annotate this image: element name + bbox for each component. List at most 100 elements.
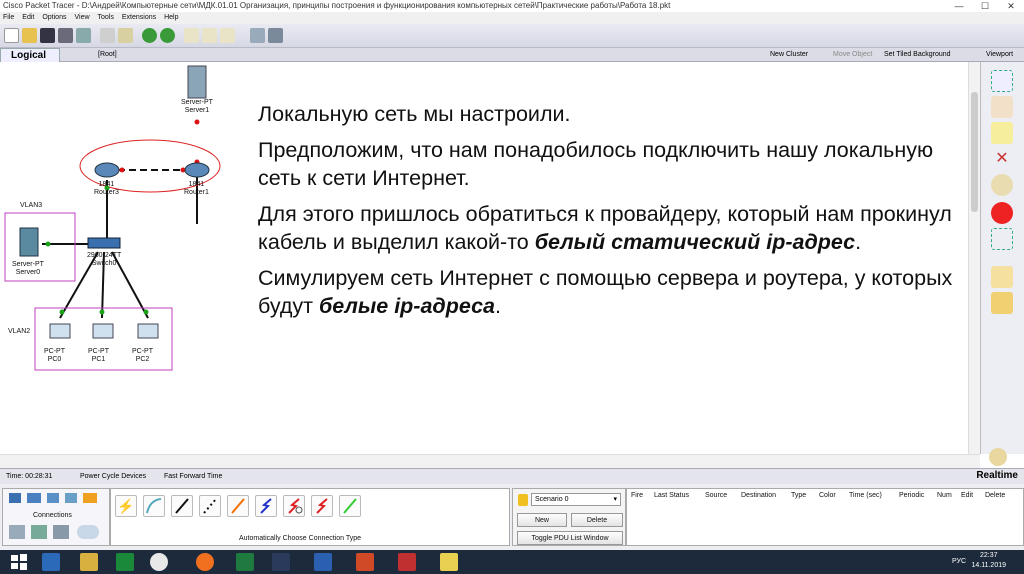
hub-category-icon[interactable] xyxy=(47,493,59,503)
resize-icon[interactable] xyxy=(991,228,1013,250)
right-tool-panel: ✕ xyxy=(980,62,1024,466)
zoom-reset-icon[interactable] xyxy=(202,28,217,43)
serial-dce-cable-icon[interactable] xyxy=(311,495,333,517)
powerpoint-icon[interactable] xyxy=(356,553,374,571)
straight-through-cable-icon[interactable] xyxy=(171,495,193,517)
explorer-icon[interactable] xyxy=(80,553,98,571)
auto-connection-icon[interactable]: ⚡ xyxy=(115,495,137,517)
menu-file[interactable]: File xyxy=(0,12,19,24)
coaxial-cable-icon[interactable] xyxy=(283,495,305,517)
info-icon[interactable] xyxy=(518,494,528,506)
note-icon[interactable] xyxy=(991,122,1013,144)
horizontal-scrollbar[interactable] xyxy=(0,454,980,468)
connections-category-icon[interactable] xyxy=(83,493,97,503)
set-tiled-background-button[interactable]: Set Tiled Background xyxy=(884,48,951,62)
redo-icon[interactable] xyxy=(160,28,175,43)
new-cluster-button[interactable]: New Cluster xyxy=(770,48,808,62)
tray-icons[interactable] xyxy=(880,557,940,567)
add-complex-pdu-icon[interactable] xyxy=(991,292,1013,314)
crossover-cable-icon[interactable] xyxy=(199,495,221,517)
serial-dte-cable-icon[interactable] xyxy=(339,495,361,517)
pdf-icon[interactable] xyxy=(398,553,416,571)
power-cycle-button[interactable]: Power Cycle Devices xyxy=(80,469,146,485)
router-icon[interactable] xyxy=(184,162,210,178)
switch-category-icon[interactable] xyxy=(27,493,41,503)
activity-wizard-icon[interactable] xyxy=(76,28,91,43)
server-icon[interactable] xyxy=(187,65,207,99)
palette-icon[interactable] xyxy=(250,28,265,43)
router-category-icon[interactable] xyxy=(9,493,21,503)
draw-shape-icon[interactable] xyxy=(991,202,1013,224)
realtime-mode-tab[interactable]: Realtime xyxy=(976,468,1018,484)
language-indicator[interactable]: РУС xyxy=(952,550,966,574)
excel-icon[interactable] xyxy=(236,553,254,571)
phone-cable-icon[interactable] xyxy=(255,495,277,517)
link-light-green xyxy=(45,241,51,247)
delete-icon[interactable]: ✕ xyxy=(991,148,1013,170)
new-file-icon[interactable] xyxy=(4,28,19,43)
pc-icon[interactable] xyxy=(137,323,159,339)
wan-emulation-category-icon[interactable] xyxy=(53,525,69,539)
menu-edit[interactable]: Edit xyxy=(19,12,39,24)
undo-icon[interactable] xyxy=(142,28,157,43)
pc-icon[interactable] xyxy=(92,323,114,339)
security-category-icon[interactable] xyxy=(31,525,47,539)
ie-icon[interactable] xyxy=(42,553,60,571)
column-header: Delete xyxy=(985,492,1006,499)
menu-view[interactable]: View xyxy=(71,12,94,24)
end-device-category-icon[interactable] xyxy=(9,525,25,539)
close-button[interactable]: ✕ xyxy=(998,0,1024,12)
switch-icon[interactable] xyxy=(87,237,121,249)
paste-icon[interactable] xyxy=(118,28,133,43)
maximize-button[interactable]: ☐ xyxy=(972,0,998,12)
scenario-box: Scenario 0 ▾ New Delete Toggle PDU List … xyxy=(512,488,626,546)
minimize-button[interactable]: — xyxy=(946,0,972,12)
print-icon[interactable] xyxy=(58,28,73,43)
menu-tools[interactable]: Tools xyxy=(95,12,119,24)
scenario-select[interactable]: Scenario 0 ▾ xyxy=(531,493,621,506)
root-label[interactable]: [Root] xyxy=(98,48,117,62)
server-icon[interactable] xyxy=(19,227,39,257)
chrome-icon[interactable] xyxy=(150,553,168,571)
menu-extensions[interactable]: Extensions xyxy=(119,12,161,24)
fast-forward-button[interactable]: Fast Forward Time xyxy=(164,469,222,485)
console-cable-icon[interactable] xyxy=(143,495,165,517)
zoom-in-icon[interactable] xyxy=(184,28,199,43)
word-icon[interactable] xyxy=(314,553,332,571)
hand-icon[interactable] xyxy=(991,96,1013,118)
menu-help[interactable]: Help xyxy=(161,12,183,24)
add-simple-pdu-icon[interactable] xyxy=(991,266,1013,288)
cloud-category-icon[interactable] xyxy=(77,525,99,539)
save-icon[interactable] xyxy=(40,28,55,43)
device-label: 2960-24TT Switch0 xyxy=(87,252,122,267)
store-icon[interactable] xyxy=(116,553,134,571)
delete-scenario-button[interactable]: Delete xyxy=(571,513,623,527)
emphasis-text: белый статический ip-адрес xyxy=(534,230,856,254)
custom-device-icon[interactable] xyxy=(268,28,283,43)
firefox-icon[interactable] xyxy=(196,553,214,571)
scroll-thumb[interactable] xyxy=(971,92,978,212)
device-label: PC-PT PC2 xyxy=(132,348,153,363)
viewport-button[interactable]: Viewport xyxy=(986,48,1013,62)
vertical-scrollbar[interactable] xyxy=(968,62,980,454)
pc-icon[interactable] xyxy=(49,323,71,339)
router-icon[interactable] xyxy=(94,162,120,178)
copy-icon[interactable] xyxy=(100,28,115,43)
zoom-out-icon[interactable] xyxy=(220,28,235,43)
clock-time: 22:37 xyxy=(979,552,998,559)
wireless-category-icon[interactable] xyxy=(65,493,77,503)
packet-tracer-taskbar-icon[interactable] xyxy=(440,553,458,571)
inspect-icon[interactable] xyxy=(991,174,1013,196)
select-icon[interactable] xyxy=(991,70,1013,92)
menu-options[interactable]: Options xyxy=(39,12,71,24)
realtime-clock-icon[interactable] xyxy=(989,448,1007,466)
new-scenario-button[interactable]: New xyxy=(517,513,567,527)
app-icon[interactable] xyxy=(272,553,290,571)
taskbar-clock[interactable]: 22:37 14.11.2019 xyxy=(971,551,1006,571)
toggle-pdu-list-button[interactable]: Toggle PDU List Window xyxy=(517,531,623,545)
move-object-button[interactable]: Move Object xyxy=(833,48,872,62)
fiber-cable-icon[interactable] xyxy=(227,495,249,517)
column-header: Type xyxy=(791,492,807,499)
open-folder-icon[interactable] xyxy=(22,28,37,43)
windows-start-icon[interactable] xyxy=(10,553,28,571)
